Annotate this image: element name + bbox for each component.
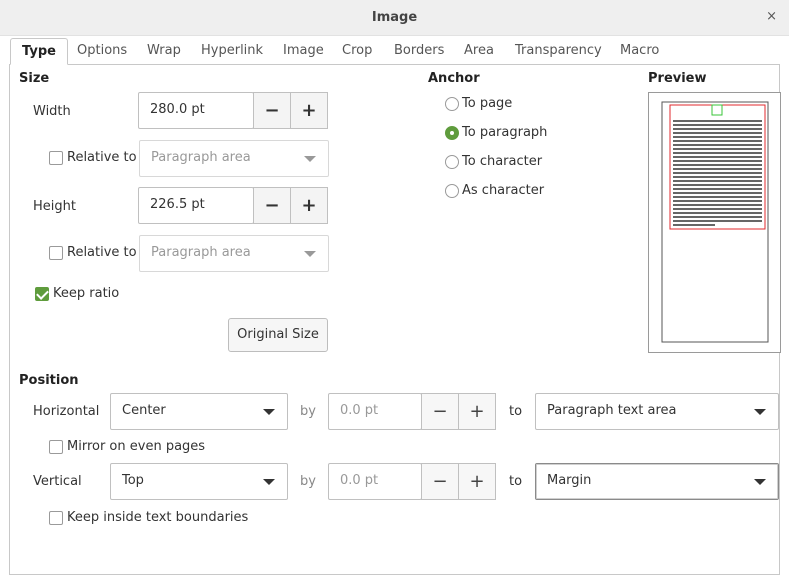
chevron-down-icon [263,479,275,485]
vertical-select[interactable]: Top [110,463,288,500]
horizontal-to-select[interactable]: Paragraph text area [535,393,779,430]
title-bar: Image × [0,0,789,36]
anchor-to-page-radio[interactable] [445,97,459,111]
height-label: Height [33,199,76,214]
horizontal-by-field[interactable]: 0.0 pt [328,393,422,430]
relative-height-value: Paragraph area [151,245,251,260]
relative-height-label: Relative to [67,245,137,260]
horizontal-select-value: Center [122,403,166,418]
vertical-select-value: Top [122,473,144,488]
relative-width-checkbox[interactable] [49,151,63,165]
tab-transparency[interactable]: Transparency [515,43,602,65]
tab-hyperlink[interactable]: Hyperlink [201,43,263,65]
vertical-to-value: Margin [547,473,592,488]
page-preview [661,101,769,343]
width-label: Width [33,104,71,119]
chevron-down-icon [754,479,766,485]
tab-wrap[interactable]: Wrap [147,43,181,65]
relative-height-checkbox[interactable] [49,246,63,260]
mirror-even-pages-checkbox[interactable] [49,440,63,454]
anchor-to-character-radio[interactable] [445,155,459,169]
keep-inside-text-boundaries-checkbox[interactable] [49,511,63,525]
width-decrease-button[interactable]: − [253,92,291,129]
tab-macro[interactable]: Macro [620,43,659,65]
position-heading: Position [19,373,79,388]
width-field[interactable]: 280.0 pt [138,92,254,129]
horizontal-by-label: by [300,404,316,419]
anchor-to-paragraph-label: To paragraph [462,125,548,140]
keep-ratio-label: Keep ratio [53,286,120,301]
horizontal-select[interactable]: Center [110,393,288,430]
anchor-to-character-label: To character [462,154,543,169]
chevron-down-icon [754,409,766,415]
horizontal-by-increase-button[interactable]: + [458,393,496,430]
vertical-by-increase-button[interactable]: + [458,463,496,500]
relative-width-label: Relative to [67,150,137,165]
vertical-to-select[interactable]: Margin [535,463,779,500]
size-heading: Size [19,71,50,86]
tab-options[interactable]: Options [77,43,127,65]
horizontal-by-decrease-button[interactable]: − [421,393,459,430]
anchor-to-paragraph-radio[interactable] [445,126,459,140]
horizontal-label: Horizontal [33,404,100,419]
relative-width-value: Paragraph area [151,150,251,165]
preview-pane [648,92,781,353]
close-icon[interactable]: × [766,9,777,24]
anchor-as-character-label: As character [462,183,545,198]
tab-crop[interactable]: Crop [342,43,372,65]
chevron-down-icon [304,251,316,257]
chevron-down-icon [304,156,316,162]
height-field[interactable]: 226.5 pt [138,187,254,224]
horizontal-to-label: to [509,404,523,419]
keep-ratio-checkbox[interactable] [35,287,49,301]
original-size-button[interactable]: Original Size [228,318,328,352]
window-title: Image [371,10,418,25]
height-decrease-button[interactable]: − [253,187,291,224]
anchor-as-character-radio[interactable] [445,184,459,198]
anchor-heading: Anchor [428,71,480,86]
width-increase-button[interactable]: + [290,92,328,129]
tab-borders[interactable]: Borders [394,43,444,65]
preview-heading: Preview [648,71,707,86]
relative-height-select: Paragraph area [139,235,329,272]
vertical-to-label: to [509,474,523,489]
relative-width-select: Paragraph area [139,140,329,177]
horizontal-to-value: Paragraph text area [547,403,677,418]
mirror-even-pages-label: Mirror on even pages [67,439,206,454]
tab-image[interactable]: Image [283,43,324,65]
keep-inside-text-boundaries-label: Keep inside text boundaries [67,510,249,525]
anchor-to-page-label: To page [462,96,513,111]
chevron-down-icon [263,409,275,415]
vertical-by-field[interactable]: 0.0 pt [328,463,422,500]
tab-area[interactable]: Area [464,43,494,65]
height-increase-button[interactable]: + [290,187,328,224]
vertical-by-label: by [300,474,316,489]
vertical-by-decrease-button[interactable]: − [421,463,459,500]
tab-type[interactable]: Type [10,38,68,65]
vertical-label: Vertical [33,474,82,489]
